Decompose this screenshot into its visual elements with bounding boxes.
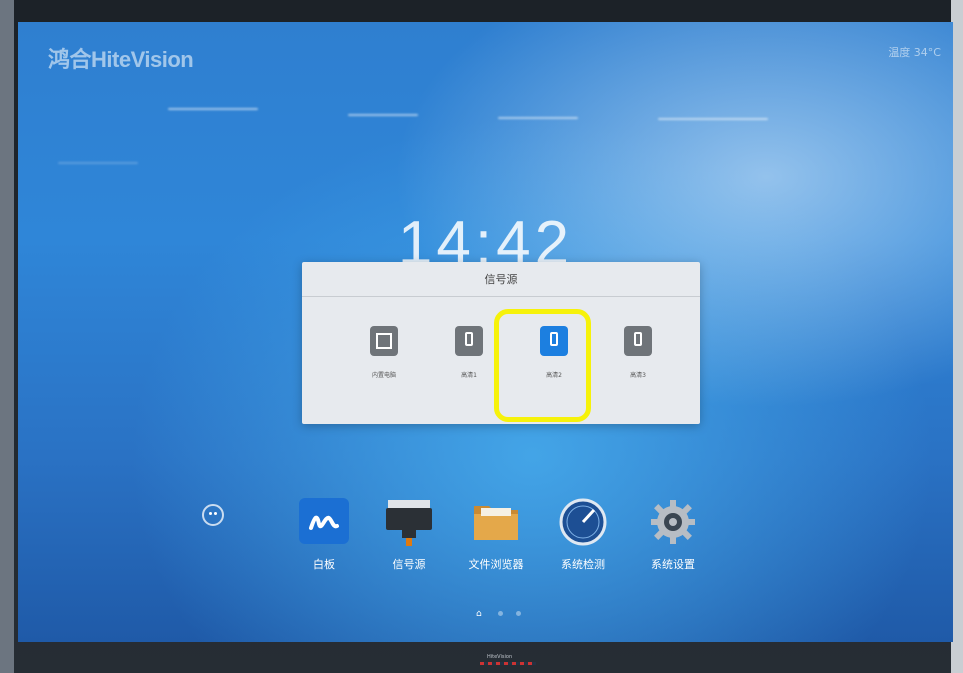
app-label: 白板	[313, 558, 335, 571]
gauge-icon	[558, 498, 608, 546]
hdmi-icon	[455, 326, 483, 356]
page-dot[interactable]	[498, 611, 503, 616]
background-wall-left	[0, 0, 14, 673]
source-builtin-pc[interactable]: 内置电脑	[354, 326, 414, 379]
light-reflection	[58, 162, 138, 164]
brand-logo: 鸿合HiteVision	[48, 42, 194, 74]
source-label: 高清3	[630, 372, 646, 379]
hdmi-icon	[624, 326, 652, 356]
app-dock: 白板 信号源 文件浏览器 系统检测 系统设置	[18, 498, 953, 588]
source-label: 内置电脑	[371, 372, 396, 379]
app-label: 文件浏览器	[468, 558, 524, 571]
app-signal-source[interactable]: 信号源	[374, 498, 444, 572]
whiteboard-icon	[299, 498, 349, 544]
home-page-icon[interactable]: ⌂	[476, 609, 482, 619]
brand-prefix: 鸿合	[48, 47, 92, 72]
dialog-title: 信号源	[302, 262, 700, 297]
page-dot[interactable]	[516, 611, 521, 616]
bezel-logo: HiteVision	[487, 654, 513, 660]
source-hd3[interactable]: 高清3	[608, 326, 668, 379]
app-file-browser[interactable]: 文件浏览器	[461, 498, 531, 572]
source-hd1[interactable]: 高清1	[439, 326, 499, 379]
source-label: 高清1	[461, 372, 477, 379]
signal-source-icon	[384, 498, 434, 546]
app-system-settings[interactable]: 系统设置	[638, 498, 708, 572]
bezel-indicator-strip	[480, 662, 536, 665]
light-reflection	[348, 114, 418, 116]
folder-icon	[471, 498, 521, 544]
gear-icon	[648, 498, 698, 544]
light-reflection	[498, 117, 578, 119]
light-reflection	[168, 108, 258, 110]
pc-icon	[370, 326, 398, 356]
app-label: 信号源	[392, 558, 426, 571]
app-system-check[interactable]: 系统检测	[548, 498, 618, 572]
app-label: 系统检测	[561, 558, 605, 571]
home-screen: 鸿合HiteVision 温度 34°C 14:42 白板 信号源 文件浏览器	[18, 22, 953, 642]
light-reflection	[658, 118, 768, 120]
brand-name: HiteVision	[91, 47, 194, 72]
temperature-readout: 温度 34°C	[888, 46, 941, 59]
app-whiteboard[interactable]: 白板	[289, 498, 359, 572]
app-label: 系统设置	[651, 558, 695, 571]
selection-highlight	[494, 309, 591, 422]
page-indicator: ⌂	[476, 609, 526, 619]
